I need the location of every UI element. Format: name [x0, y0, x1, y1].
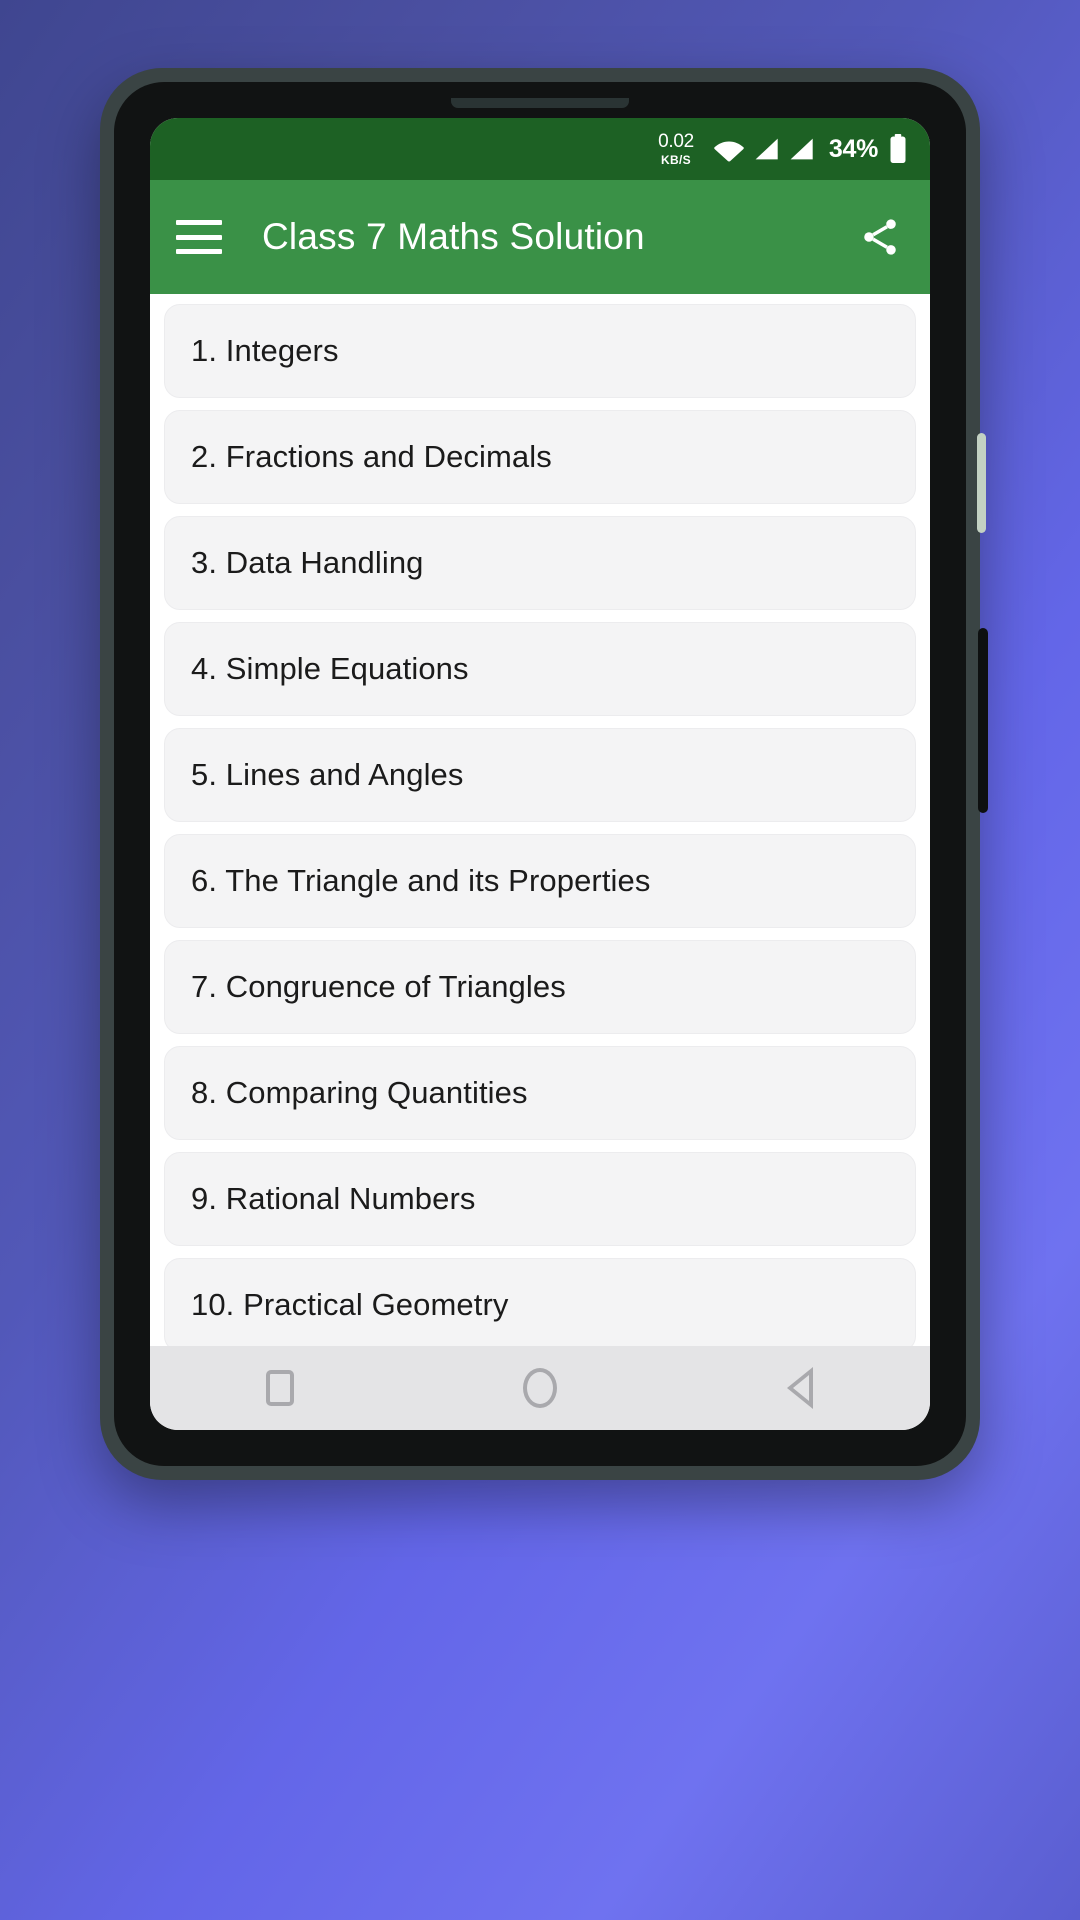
list-item[interactable]: 1. Integers: [164, 304, 916, 398]
network-speed-value: 0.02: [658, 131, 694, 152]
home-circle-icon[interactable]: [485, 1346, 595, 1430]
chapter-label: 2. Fractions and Decimals: [191, 439, 552, 474]
volume-button[interactable]: [978, 628, 988, 813]
cellular-signal-icon-secondary: [786, 136, 816, 162]
list-item[interactable]: 4. Simple Equations: [164, 622, 916, 716]
list-item[interactable]: 10. Practical Geometry: [164, 1258, 916, 1346]
android-navigation-bar: [150, 1346, 930, 1430]
chapter-label: 7. Congruence of Triangles: [191, 969, 566, 1004]
chapter-label: 8. Comparing Quantities: [191, 1075, 528, 1110]
battery-icon: [888, 134, 908, 164]
chapter-label: 5. Lines and Angles: [191, 757, 464, 792]
cellular-signal-icon: [751, 136, 781, 162]
hamburger-menu-icon[interactable]: [176, 220, 222, 254]
power-button[interactable]: [977, 433, 986, 533]
phone-device-frame: 0.02 KB/S 34% Class 7 Maths Solution 1. …: [100, 68, 988, 1480]
chapter-label: 3. Data Handling: [191, 545, 424, 580]
chapter-label: 1. Integers: [191, 333, 339, 368]
app-bar: Class 7 Maths Solution: [150, 180, 930, 294]
recents-square-icon[interactable]: [225, 1346, 335, 1430]
list-item[interactable]: 7. Congruence of Triangles: [164, 940, 916, 1034]
share-icon[interactable]: [856, 213, 904, 261]
phone-screen: 0.02 KB/S 34% Class 7 Maths Solution 1. …: [150, 118, 930, 1430]
back-triangle-icon[interactable]: [745, 1346, 855, 1430]
list-item[interactable]: 2. Fractions and Decimals: [164, 410, 916, 504]
chapter-list[interactable]: 1. Integers 2. Fractions and Decimals 3.…: [150, 294, 930, 1346]
chapter-label: 10. Practical Geometry: [191, 1287, 509, 1322]
list-item[interactable]: 5. Lines and Angles: [164, 728, 916, 822]
list-item[interactable]: 9. Rational Numbers: [164, 1152, 916, 1246]
earpiece-speaker: [451, 98, 629, 108]
battery-percentage: 34%: [828, 134, 878, 163]
list-item[interactable]: 8. Comparing Quantities: [164, 1046, 916, 1140]
list-item[interactable]: 3. Data Handling: [164, 516, 916, 610]
wifi-icon: [712, 136, 746, 162]
status-bar: 0.02 KB/S 34%: [150, 118, 930, 180]
chapter-label: 9. Rational Numbers: [191, 1181, 476, 1216]
phone-bezel: 0.02 KB/S 34% Class 7 Maths Solution 1. …: [114, 82, 966, 1466]
list-item[interactable]: 6. The Triangle and its Properties: [164, 834, 916, 928]
page-title: Class 7 Maths Solution: [262, 216, 645, 257]
network-speed-unit: KB/S: [661, 153, 691, 167]
network-speed-indicator: 0.02 KB/S: [658, 132, 694, 166]
chapter-label: 6. The Triangle and its Properties: [191, 863, 651, 898]
chapter-label: 4. Simple Equations: [191, 651, 469, 686]
